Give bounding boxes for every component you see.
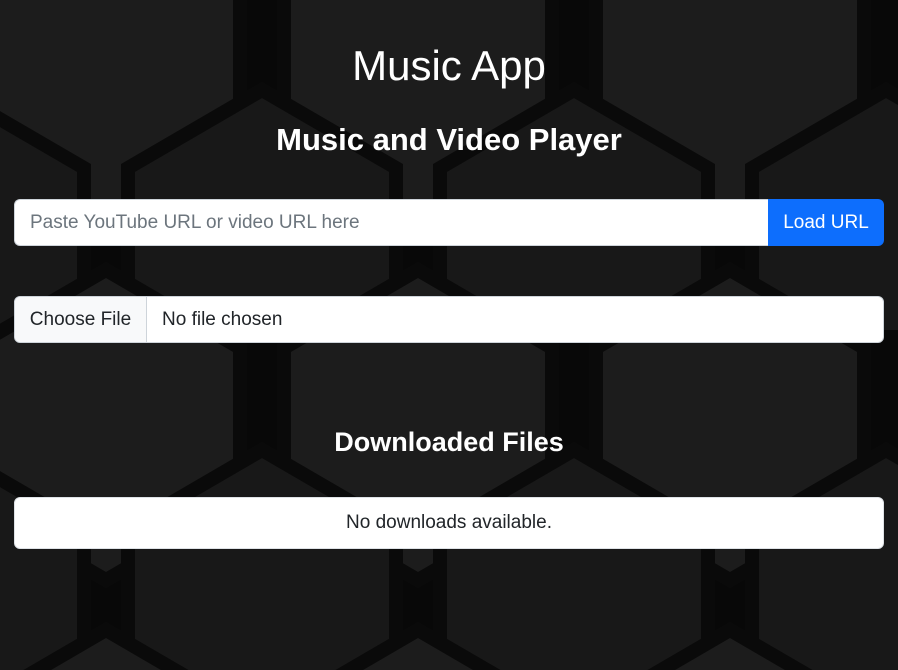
- url-input-group: Load URL: [14, 199, 884, 246]
- empty-downloads-message: No downloads available.: [346, 512, 552, 533]
- load-url-button[interactable]: Load URL: [768, 199, 884, 246]
- file-picker[interactable]: Choose File No file chosen: [14, 296, 884, 343]
- url-input[interactable]: [14, 199, 768, 246]
- downloads-list: No downloads available.: [14, 497, 884, 549]
- music-app-page: Music App Music and Video Player Load UR…: [0, 0, 898, 670]
- file-status-text: No file chosen: [162, 308, 283, 330]
- downloads-title: Downloaded Files: [334, 427, 564, 457]
- app-title: Music App: [352, 42, 546, 89]
- choose-file-button[interactable]: Choose File: [15, 297, 147, 342]
- player-subtitle: Music and Video Player: [276, 122, 622, 157]
